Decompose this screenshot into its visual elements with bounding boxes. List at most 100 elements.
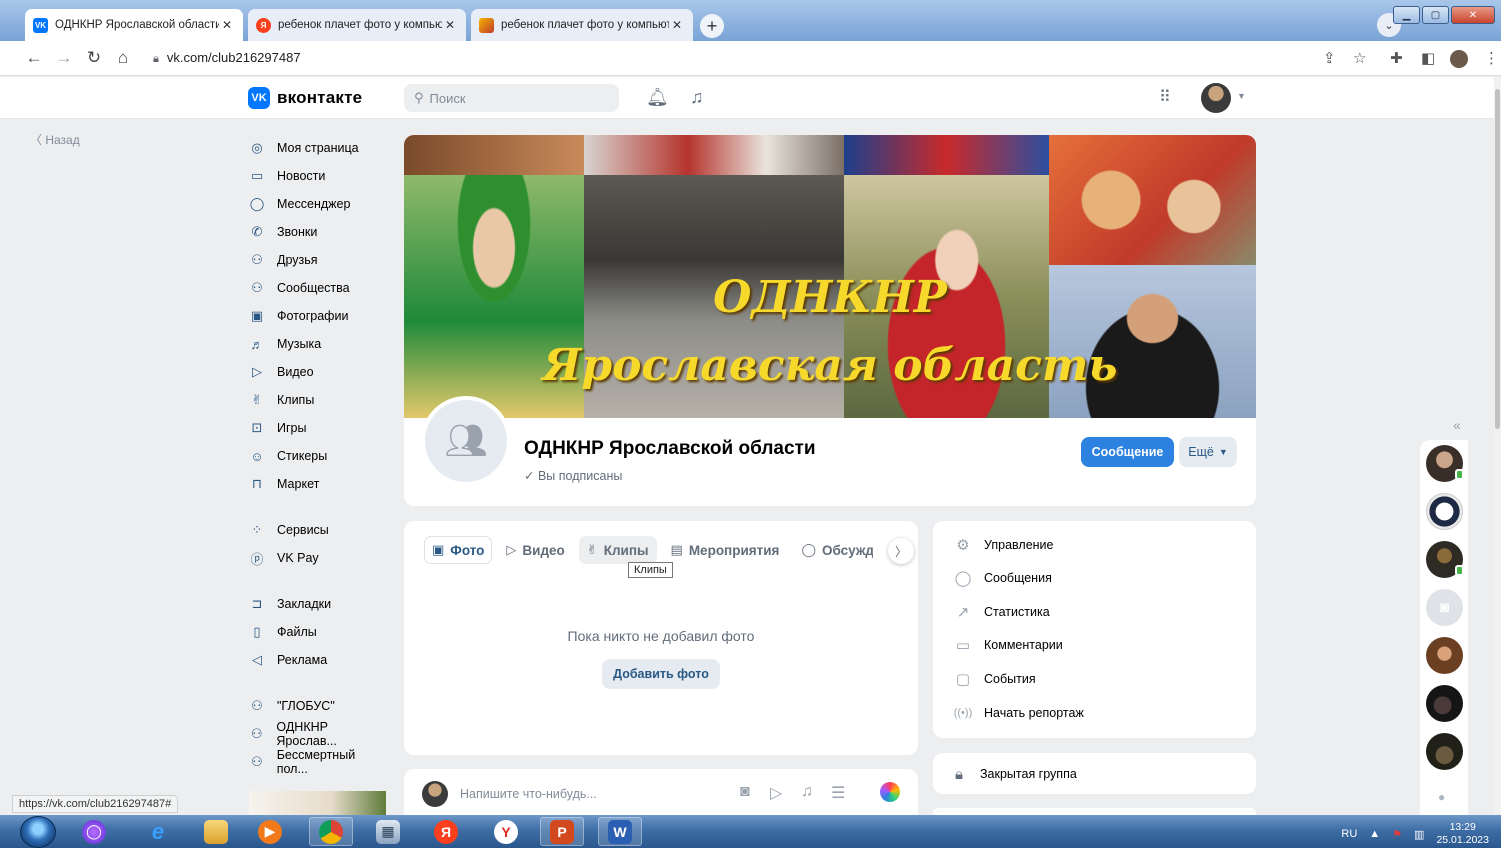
sidebar-item-calls[interactable]: ✆ Звонки xyxy=(248,218,388,246)
sidebar-item-market[interactable]: ⊓ Маркет xyxy=(248,470,388,498)
vk-logo[interactable]: VK вконтакте xyxy=(248,87,362,109)
new-tab-button[interactable]: + xyxy=(700,14,724,38)
music-note-icon[interactable]: ♫ xyxy=(801,783,813,801)
sidebar-item-globus[interactable]: ⚇ "ГЛОБУС" xyxy=(248,692,388,720)
user-avatar[interactable] xyxy=(1201,83,1231,113)
ai-assistant-icon[interactable] xyxy=(880,782,900,802)
chat-avatar[interactable]: ◙ xyxy=(1426,589,1463,626)
profile-avatar[interactable] xyxy=(1450,50,1468,68)
sidebar-item-music[interactable]: ♬ Музыка xyxy=(248,330,388,358)
chat-bubble-icon[interactable]: ● xyxy=(1438,790,1445,804)
close-icon[interactable]: ✕ xyxy=(219,18,235,32)
group-avatar[interactable]: 👥︎ xyxy=(421,396,511,486)
sidebar-item-news[interactable]: ▭ Новости xyxy=(248,162,388,190)
manage-item-settings[interactable]: ⚙ Управление xyxy=(953,535,1053,555)
page-scrollbar[interactable] xyxy=(1494,77,1501,814)
taskbar-app-ie[interactable]: e xyxy=(136,817,180,846)
tab-video[interactable]: ▷ Видео xyxy=(498,536,572,564)
taskbar-app-yandex[interactable]: Я xyxy=(424,817,468,846)
sidebar-item-communities[interactable]: ⚇ Сообщества xyxy=(248,274,388,302)
collapse-chats-icon[interactable]: « xyxy=(1453,417,1461,433)
sidebar-ad-image[interactable] xyxy=(249,791,386,815)
tab-clips[interactable]: ✌ Клипы xyxy=(578,536,657,564)
forward-arrow-icon[interactable]: → xyxy=(54,48,74,68)
chat-avatar[interactable] xyxy=(1426,733,1463,770)
sidebar-item-stickers[interactable]: ☺ Стикеры xyxy=(248,442,388,470)
sidebar-item-video[interactable]: ▷ Видео xyxy=(248,358,388,386)
chat-avatar[interactable] xyxy=(1426,541,1464,578)
sidebar-item-files[interactable]: ▯ Файлы xyxy=(248,618,388,646)
tab-events[interactable]: ▤ Мероприятия xyxy=(663,536,788,564)
manage-item-broadcast[interactable]: ((•)) Начать репортаж xyxy=(953,703,1084,723)
text-format-icon[interactable]: ☰ xyxy=(831,783,845,803)
tabs-scroll-right-button[interactable]: 〉 xyxy=(888,538,914,564)
camera-icon[interactable]: ◙ xyxy=(740,783,750,801)
tab-photo[interactable]: ▣ Фото xyxy=(424,536,492,564)
reload-icon[interactable]: ↻ xyxy=(84,48,104,68)
sidebar-item-games[interactable]: ⊡ Игры xyxy=(248,414,388,442)
message-button[interactable]: Сообщение xyxy=(1081,437,1174,467)
share-icon[interactable]: ⇪ xyxy=(1323,49,1336,67)
sidebar-item-messenger[interactable]: ◯ Мессенджер xyxy=(248,190,388,218)
side-panel-icon[interactable]: ◧ xyxy=(1421,49,1435,67)
sidebar-item-vkpay[interactable]: ⓟ VK Pay xyxy=(248,544,388,572)
taskbar-app-chrome[interactable] xyxy=(309,817,353,846)
language-indicator[interactable]: RU xyxy=(1341,828,1357,840)
browser-tab-vk[interactable]: VK ОДНКНР Ярославской области ✕ xyxy=(25,9,243,41)
taskbar-app-word[interactable]: W xyxy=(598,817,642,846)
sidebar-item-photos[interactable]: ▣ Фотографии xyxy=(248,302,388,330)
back-arrow-icon[interactable]: ← xyxy=(24,48,44,68)
subscribed-status[interactable]: ✓ Вы подписаны xyxy=(524,468,622,483)
sidebar-item-clips[interactable]: ✌ Клипы xyxy=(248,386,388,414)
scrollbar-thumb[interactable] xyxy=(1495,89,1500,429)
taskbar-app-yandex-browser[interactable]: Y xyxy=(484,817,528,846)
manage-item-events[interactable]: ▢ События xyxy=(953,669,1036,689)
clock[interactable]: 13:29 25.01.2023 xyxy=(1436,821,1489,847)
tab-discussions[interactable]: ◯ Обсуждени xyxy=(793,536,873,564)
browser-tab-image[interactable]: ребенок плачет фото у компьютера ✕ xyxy=(471,9,693,41)
chat-avatar[interactable] xyxy=(1426,493,1463,530)
start-button[interactable] xyxy=(20,816,56,848)
chat-avatar[interactable] xyxy=(1426,685,1463,722)
flag-icon[interactable]: ⚑ xyxy=(1392,828,1402,841)
chat-avatar[interactable] xyxy=(1426,637,1463,674)
home-icon[interactable]: ⌂ xyxy=(113,48,133,68)
sidebar-item-ads[interactable]: ◁ Реклама xyxy=(248,646,388,674)
taskbar-app-explorer[interactable] xyxy=(194,817,238,846)
sidebar-item-bookmarks[interactable]: ⊐ Закладки xyxy=(248,590,388,618)
sidebar-item-immortal[interactable]: ⚇ Бессмертный пол... xyxy=(248,748,388,776)
taskbar-app-window[interactable]: ▦ xyxy=(366,817,410,846)
manage-item-comments[interactable]: ▭ Комментарии xyxy=(953,635,1063,655)
chat-avatar[interactable] xyxy=(1426,445,1464,482)
manage-item-messages[interactable]: ◯ Сообщения xyxy=(953,568,1052,588)
search-input[interactable]: ⚲ Поиск xyxy=(404,84,619,112)
sidebar-item-my-page[interactable]: ◎ Моя страница xyxy=(248,134,388,162)
more-button[interactable]: Ещё ▼ xyxy=(1179,437,1237,467)
star-icon[interactable]: ☆ xyxy=(1353,49,1366,67)
taskbar-app-alice[interactable]: ◯ xyxy=(72,817,116,846)
browser-tab-yandex[interactable]: Я ребенок плачет фото у компьютера ✕ xyxy=(248,9,466,41)
taskbar-app-media[interactable]: ▶ xyxy=(248,817,292,846)
sidebar-item-odnknr[interactable]: ⚇ ОДНКНР Ярослав... xyxy=(248,720,388,748)
network-icon[interactable]: ▥ xyxy=(1414,828,1424,841)
apps-grid-icon[interactable]: ⠿ xyxy=(1159,87,1171,107)
video-icon[interactable]: ▷ xyxy=(770,783,782,803)
tray-expand-icon[interactable]: ▲ xyxy=(1369,828,1380,840)
taskbar-app-powerpoint[interactable]: P xyxy=(540,817,584,846)
menu-kebab-icon[interactable]: ⋮ xyxy=(1484,49,1499,67)
manage-item-stats[interactable]: ↗ Статистика xyxy=(953,602,1050,622)
add-photo-button[interactable]: Добавить фото xyxy=(602,659,720,689)
maximize-button[interactable]: ▢ xyxy=(1422,6,1449,24)
back-link[interactable]: 〈 Назад xyxy=(30,131,80,148)
window-close-button[interactable]: ✕ xyxy=(1451,6,1495,24)
close-icon[interactable]: ✕ xyxy=(442,18,458,32)
sidebar-item-services[interactable]: ⁘ Сервисы xyxy=(248,516,388,544)
sidebar-item-friends[interactable]: ⚇ Друзья xyxy=(248,246,388,274)
post-input[interactable]: Напишите что-нибудь... xyxy=(460,787,597,801)
close-icon[interactable]: ✕ xyxy=(669,18,685,32)
chevron-down-icon[interactable]: ▼ xyxy=(1237,91,1246,101)
extensions-icon[interactable]: ✚ xyxy=(1390,49,1403,67)
music-note-icon[interactable]: ♫ xyxy=(690,87,704,108)
url-field[interactable]: 🔒︎ vk.com/club216297487 xyxy=(153,50,301,66)
bell-icon[interactable]: 🔔︎ xyxy=(646,87,669,108)
